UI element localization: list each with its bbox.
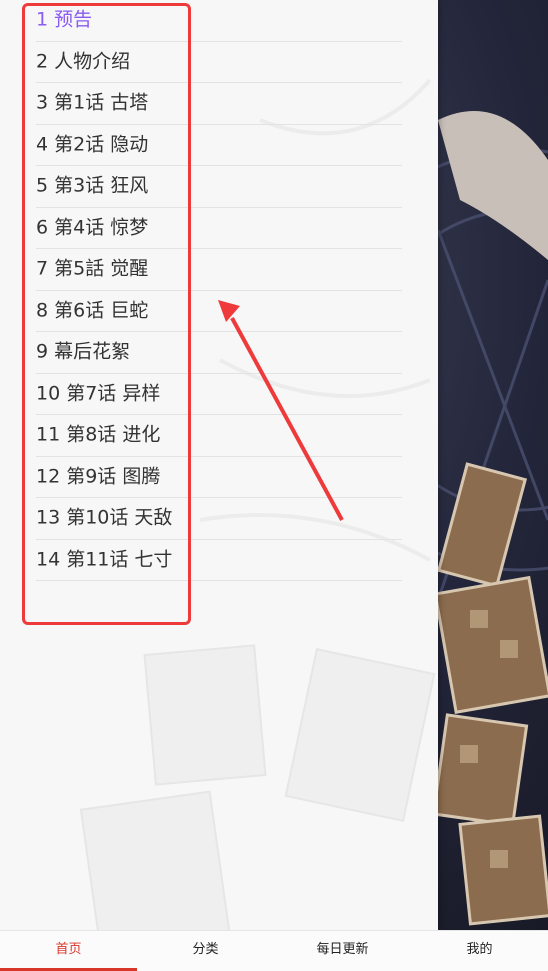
nav-daily-update[interactable]: 每日更新: [274, 931, 411, 971]
nav-label: 分类: [192, 942, 219, 957]
nav-label: 我的: [466, 942, 493, 957]
app-screen: 1 预告 2 人物介绍 3 第1话 古塔 4 第2话 隐动 5 第3话 狂风 6 第4话 …: [0, 0, 548, 971]
nav-mine[interactable]: 我的: [411, 931, 548, 971]
nav-label: 每日更新: [316, 942, 369, 957]
nav-home[interactable]: 首页: [0, 931, 137, 971]
nav-category[interactable]: 分类: [137, 931, 274, 971]
bottom-nav: 首页 分类 每日更新 我的: [0, 930, 548, 971]
nav-label: 首页: [55, 942, 82, 957]
highlight-box: [22, 3, 191, 625]
